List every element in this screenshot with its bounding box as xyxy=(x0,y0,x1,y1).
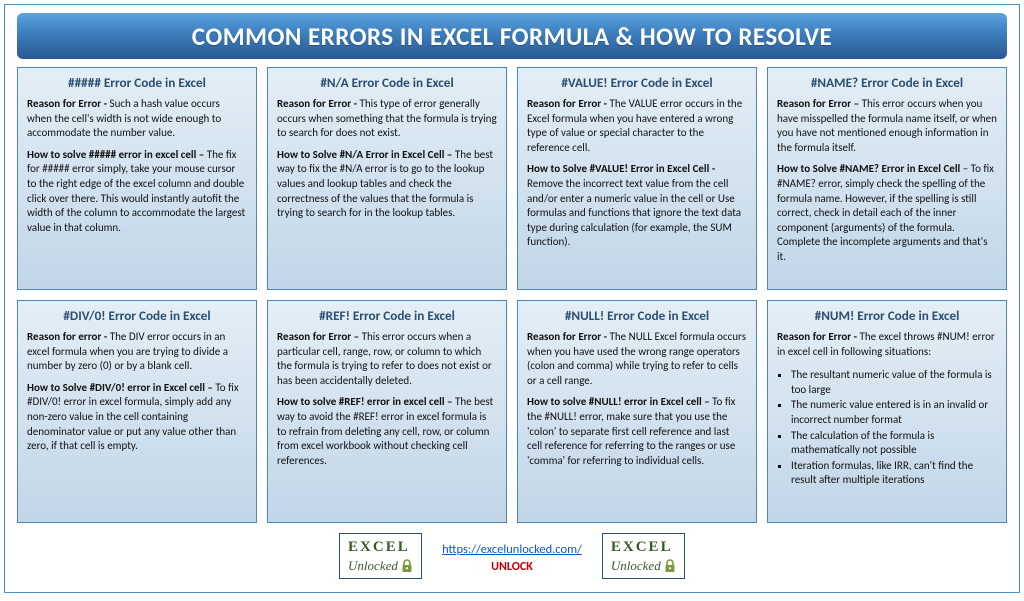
list-item: Iteration formulas, like IRR, can't find… xyxy=(791,459,997,488)
solve-paragraph: How to solve #REF! error in excel cell –… xyxy=(277,395,497,468)
card-title: #DIV/0! Error Code in Excel xyxy=(27,307,247,324)
solve-paragraph: How to solve #NULL! error in Excel cell … xyxy=(527,395,747,468)
lock-icon xyxy=(664,559,676,577)
list-item: The resultant numeric value of the formu… xyxy=(791,368,997,397)
card-title: #REF! Error Code in Excel xyxy=(277,307,497,324)
reason-paragraph: Reason for Error – This error occurs whe… xyxy=(777,97,997,155)
cards-grid: ##### Error Code in Excel Reason for Err… xyxy=(17,67,1007,523)
logo-text-small: Unlocked xyxy=(348,556,413,574)
card-title: #NUM! Error Code in Excel xyxy=(777,307,997,324)
logo-right: EXCEL Unlocked xyxy=(602,533,685,579)
card-value-error: #VALUE! Error Code in Excel Reason for E… xyxy=(517,67,757,290)
reason-paragraph: Reason for error - The DIV error occurs … xyxy=(27,330,247,374)
solve-paragraph: How to Solve #VALUE! Error in Excel Cell… xyxy=(527,162,747,249)
solve-paragraph: How to Solve #N/A Error in Excel Cell – … xyxy=(277,148,497,221)
reason-paragraph: Reason for Error - Such a hash value occ… xyxy=(27,97,247,141)
lock-icon xyxy=(401,559,413,577)
card-title: #N/A Error Code in Excel xyxy=(277,74,497,91)
reason-paragraph: Reason for Error - The NULL Excel formul… xyxy=(527,330,747,388)
page-frame: COMMON ERRORS IN EXCEL FORMULA & HOW TO … xyxy=(4,4,1020,593)
card-title: #NAME? Error Code in Excel xyxy=(777,74,997,91)
card-title: #VALUE! Error Code in Excel xyxy=(527,74,747,91)
card-div0-error: #DIV/0! Error Code in Excel Reason for e… xyxy=(17,300,257,523)
reason-paragraph: Reason for Error - This type of error ge… xyxy=(277,97,497,141)
list-item: The calculation of the formula is mathem… xyxy=(791,429,997,458)
page-title: COMMON ERRORS IN EXCEL FORMULA & HOW TO … xyxy=(17,13,1007,59)
unlock-text: UNLOCK xyxy=(442,560,582,574)
bullet-list: The resultant numeric value of the formu… xyxy=(777,368,997,488)
footer-center: https://excelunlocked.com/ UNLOCK xyxy=(442,539,582,574)
site-link[interactable]: https://excelunlocked.com/ xyxy=(442,542,582,557)
solve-paragraph: How to solve ##### error in excel cell –… xyxy=(27,148,247,235)
solve-paragraph: How to Solve #DIV/0! error in Excel cell… xyxy=(27,381,247,454)
list-item: The numeric value entered is in an inval… xyxy=(791,398,997,427)
card-na-error: #N/A Error Code in Excel Reason for Erro… xyxy=(267,67,507,290)
card-num-error: #NUM! Error Code in Excel Reason for Err… xyxy=(767,300,1007,523)
logo-text-small: Unlocked xyxy=(611,556,676,574)
reason-paragraph: Reason for Error – This error occurs whe… xyxy=(277,330,497,388)
reason-paragraph: Reason for Error - The excel throws #NUM… xyxy=(777,330,997,359)
footer: EXCEL Unlocked https://excelunlocked.com… xyxy=(17,533,1007,579)
card-null-error: #NULL! Error Code in Excel Reason for Er… xyxy=(517,300,757,523)
card-name-error: #NAME? Error Code in Excel Reason for Er… xyxy=(767,67,1007,290)
card-title: ##### Error Code in Excel xyxy=(27,74,247,91)
reason-paragraph: Reason for Error - The VALUE error occur… xyxy=(527,97,747,155)
logo-text-big: EXCEL xyxy=(611,539,676,556)
card-hash-error: ##### Error Code in Excel Reason for Err… xyxy=(17,67,257,290)
logo-left: EXCEL Unlocked xyxy=(339,533,422,579)
logo-text-big: EXCEL xyxy=(348,539,413,556)
solve-paragraph: How to Solve #NAME? Error in Excel Cell … xyxy=(777,162,997,264)
card-title: #NULL! Error Code in Excel xyxy=(527,307,747,324)
card-ref-error: #REF! Error Code in Excel Reason for Err… xyxy=(267,300,507,523)
